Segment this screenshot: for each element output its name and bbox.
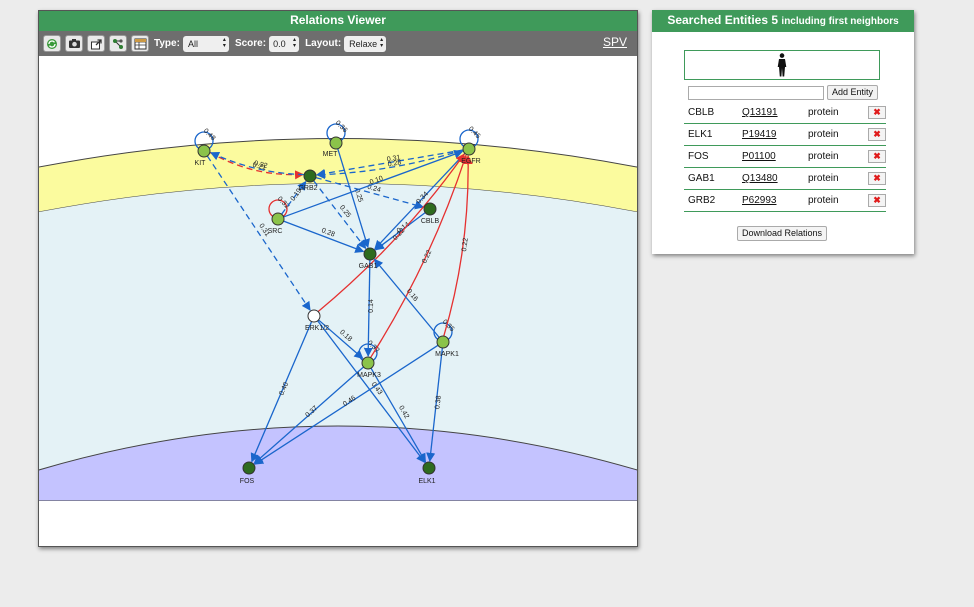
entity-name: FOS	[684, 145, 742, 168]
protein-node-label: EGFR	[461, 158, 480, 165]
protein-node[interactable]	[197, 144, 211, 158]
protein-node[interactable]	[422, 461, 436, 475]
protein-node-label: MET	[323, 151, 339, 158]
edge-score-label: 0.45	[467, 126, 482, 141]
entity-delete-cell: ✖	[868, 123, 886, 146]
delete-entity-button[interactable]: ✖	[868, 172, 886, 185]
entity-uniprot-link[interactable]: Q13480	[742, 167, 808, 190]
entity-row: GRB2 P62993 protein ✖	[684, 189, 886, 212]
entity-row: CBLB Q13191 protein ✖	[684, 102, 886, 124]
layout-select[interactable]: Relaxe	[344, 35, 387, 52]
protein-node[interactable]	[271, 212, 285, 226]
camera-icon[interactable]	[65, 35, 83, 52]
spv-link[interactable]: SPV	[603, 35, 627, 49]
entity-row: FOS P01100 protein ✖	[684, 145, 886, 168]
entities-subtitle: including first neighbors	[781, 16, 899, 27]
export-icon[interactable]	[87, 35, 105, 52]
delete-entity-button[interactable]: ✖	[868, 150, 886, 163]
entity-row: GAB1 Q13480 protein ✖	[684, 167, 886, 190]
entity-name: GAB1	[684, 167, 742, 190]
protein-node[interactable]	[242, 461, 256, 475]
entity-row: ELK1 P19419 protein ✖	[684, 123, 886, 146]
protein-node-label: ELK1	[418, 478, 435, 485]
protein-node-label: MAPK1	[435, 351, 459, 358]
entity-type: protein	[808, 167, 868, 190]
relations-viewer-panel: Relations Viewer Type: All Score: 0.0 La…	[38, 10, 638, 547]
cell-compartments	[39, 138, 637, 501]
entities-table: CBLB Q13191 protein ✖ ELK1 P19419 protein ✖ FOS P…	[684, 102, 886, 212]
edge-score-label: 0.36	[334, 120, 349, 135]
protein-node-label: ERK1/2	[305, 325, 329, 332]
score-select[interactable]: 0.0	[269, 35, 300, 52]
entity-type: protein	[808, 102, 868, 124]
entity-uniprot-link[interactable]: P01100	[742, 145, 808, 168]
entity-search-input[interactable]	[688, 85, 824, 100]
entity-name: ELK1	[684, 123, 742, 146]
protein-node[interactable]	[303, 169, 317, 183]
protein-node-label: SRC	[268, 228, 283, 235]
protein-node[interactable]	[462, 142, 476, 156]
protein-node-label: GAB1	[359, 263, 378, 270]
body-map-box[interactable]	[684, 50, 880, 80]
entities-title-text: Searched Entities	[667, 13, 769, 27]
protein-node[interactable]	[363, 247, 377, 261]
edge-score-label: 0.48	[202, 128, 217, 143]
table-icon[interactable]	[131, 35, 149, 52]
type-select[interactable]: All	[182, 35, 229, 52]
download-relations-button[interactable]: Download Relations	[737, 226, 828, 241]
entity-uniprot-link[interactable]: Q13191	[742, 102, 808, 124]
protein-node[interactable]	[361, 356, 375, 370]
viewer-toolbar: Type: All Score: 0.0 Layout: Relaxe SPV	[39, 31, 637, 56]
delete-entity-button[interactable]: ✖	[868, 128, 886, 141]
entity-delete-cell: ✖	[868, 145, 886, 168]
protein-node-label: KIT	[195, 160, 207, 167]
protein-node-label: GRB2	[298, 185, 317, 192]
relations-graph[interactable]: 0.480.36 0.450.320.320.350.210.320.310.28…	[39, 56, 637, 546]
edge-score-label: 0.38	[434, 395, 442, 409]
protein-node[interactable]	[329, 136, 343, 150]
entity-type: protein	[808, 123, 868, 146]
protein-node[interactable]	[436, 335, 450, 349]
protein-node[interactable]	[307, 309, 321, 323]
delete-entity-button[interactable]: ✖	[868, 106, 886, 119]
searched-entities-panel: Searched Entities 5 including first neig…	[652, 10, 914, 254]
entities-count: 5	[771, 13, 779, 27]
entity-delete-cell: ✖	[868, 189, 886, 212]
protein-node-label: CBLB	[421, 218, 440, 225]
delete-entity-button[interactable]: ✖	[868, 194, 886, 207]
entity-name: CBLB	[684, 102, 742, 124]
human-body-icon	[777, 53, 787, 77]
refresh-icon[interactable]	[43, 35, 61, 52]
entities-title: Searched Entities 5 including first neig…	[652, 10, 914, 32]
entity-type: protein	[808, 189, 868, 212]
viewer-title: Relations Viewer	[39, 11, 637, 31]
entity-delete-cell: ✖	[868, 102, 886, 124]
edge-score-label: 0.14	[368, 299, 375, 313]
entity-uniprot-link[interactable]: P62993	[742, 189, 808, 212]
entity-type: protein	[808, 145, 868, 168]
score-label: Score:	[234, 38, 267, 49]
entity-uniprot-link[interactable]: P19419	[742, 123, 808, 146]
network-icon[interactable]	[109, 35, 127, 52]
protein-node-label: MAPK3	[357, 372, 381, 379]
protein-node-label: FOS	[240, 478, 255, 485]
entity-name: GRB2	[684, 189, 742, 212]
add-entity-row: Add Entity	[688, 85, 879, 100]
protein-node[interactable]	[423, 202, 437, 216]
add-entity-button[interactable]: Add Entity	[827, 85, 879, 100]
entity-delete-cell: ✖	[868, 167, 886, 190]
layout-label: Layout:	[305, 38, 342, 49]
type-label: Type:	[154, 38, 180, 49]
